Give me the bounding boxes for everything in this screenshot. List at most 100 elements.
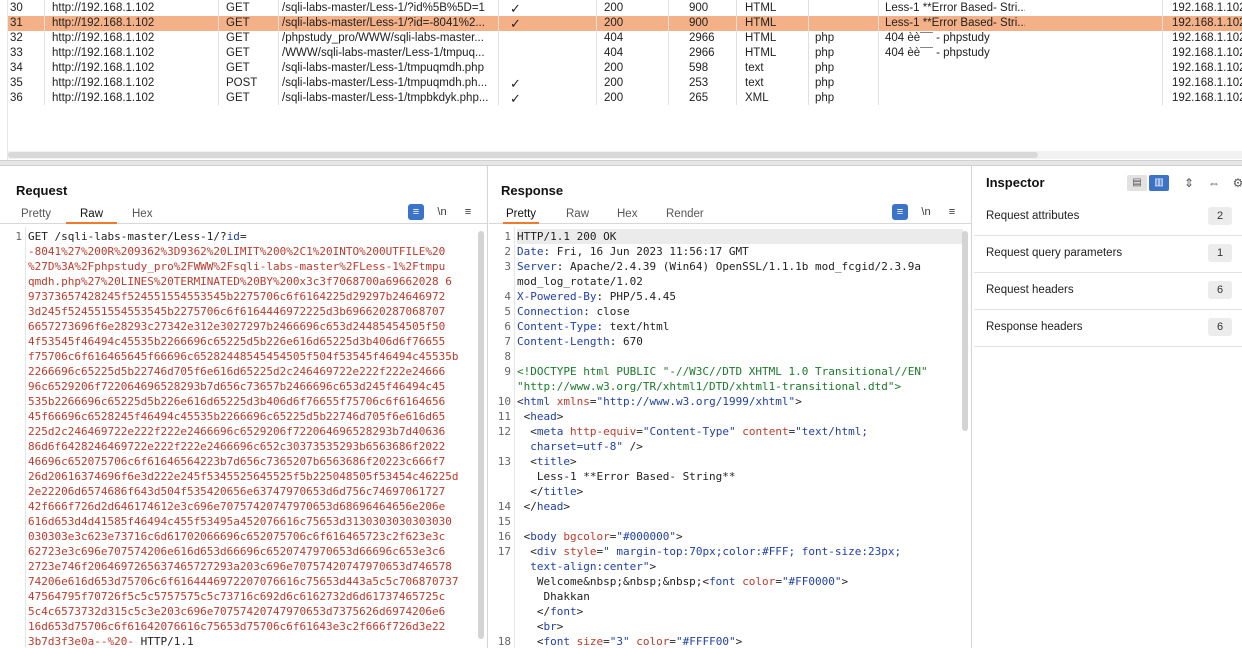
inspector-count-badge: 2	[1208, 207, 1232, 225]
history-row[interactable]: 33 http://192.168.1.102 GET/WWW/sqli-labs-…	[8, 46, 1242, 61]
code-token: Less-1 **Error Based- String**	[517, 470, 736, 483]
line-number: 15	[497, 515, 511, 528]
payload-text: 42f666f726d2d646174612e3c696e70757420747…	[28, 500, 446, 513]
code-token: : text/html	[596, 320, 670, 333]
response-code[interactable]: HTTP/1.1 200 OK Date: Fri, 16 Jun 2023 11…	[517, 227, 963, 648]
response-tabs: Pretty Raw Hex Render ≡ \n ≡	[489, 204, 971, 224]
tab-pretty[interactable]: Pretty	[503, 206, 540, 224]
request-editor[interactable]: 1 GET /sqli-labs-master/Less-1/?id= -804…	[0, 227, 487, 648]
code-token: color	[742, 575, 776, 588]
payload-text: 3b7d3f3e0a--%20-	[28, 635, 134, 648]
code-token: Dhakkan	[517, 590, 590, 603]
history-row[interactable]: 30 http://192.168.1.102 GET/sqli-labs-mast…	[8, 1, 1242, 16]
inspector-list-view-icon[interactable]: ▤	[1127, 175, 1147, 191]
line-number: 17	[497, 545, 511, 558]
word-wrap-icon[interactable]: ≡	[892, 204, 908, 220]
response-code-line: Welcome&nbsp;&nbsp;&nbsp;<font color="#F…	[517, 574, 848, 589]
history-cell-url: /sqli-labs-master/Less-1/tmpuqmdh.php	[282, 62, 484, 74]
inspector-section[interactable]: Request attributes 2	[974, 199, 1242, 236]
payload-text: 2266696c65225d5b22746d705f6e616d65225d2c…	[28, 365, 446, 378]
history-cell-host: http://192.168.1.102	[52, 32, 155, 44]
code-token: font	[709, 575, 736, 588]
code-token: =	[669, 635, 676, 648]
tab-pretty[interactable]: Pretty	[21, 206, 51, 224]
history-cell-params: ✓	[510, 76, 521, 91]
code-token: text-align:center"	[517, 560, 650, 573]
code-token: >	[649, 560, 657, 573]
history-horizontal-scrollbar[interactable]	[8, 152, 1038, 158]
history-cell-url: /sqli-labs-master/Less-1/tmpbkdyk.php...	[282, 92, 489, 104]
word-wrap-icon[interactable]: ≡	[408, 204, 424, 220]
newline-icon[interactable]: \n	[918, 204, 934, 220]
inspector-section[interactable]: Request query parameters 1	[974, 236, 1242, 273]
history-cell-params: ✓	[510, 91, 521, 106]
menu-icon[interactable]: ≡	[460, 204, 476, 220]
response-code-line: <br>	[517, 619, 564, 634]
inspector-split-view-icon[interactable]: ▥	[1149, 175, 1169, 191]
payload-text: 6657273696f6e28293c27342e312e3027297b246…	[28, 320, 446, 333]
tab-hex[interactable]: Hex	[617, 206, 637, 224]
history-cell-mime: HTML	[745, 47, 777, 59]
history-cell-num: 31	[10, 17, 23, 29]
payload-text: 62723e3c696e707574206e616d653d66696c6520…	[28, 545, 446, 558]
history-cell-mime: text	[745, 62, 764, 74]
history-cell-method: GET	[226, 62, 250, 74]
inspector-section-label: Request headers	[986, 284, 1074, 296]
request-vertical-scrollbar[interactable]	[478, 231, 484, 639]
payload-text: 616d653d4d41585f46494c455f53495a45207661…	[28, 515, 452, 528]
menu-icon[interactable]: ≡	[944, 204, 960, 220]
tab-raw[interactable]: Raw	[66, 206, 118, 224]
line-number: 9	[504, 365, 511, 378]
history-cell-title: Less-1 **Error Based- Stri...	[885, 17, 1025, 29]
response-code-line: Less-1 **Error Based- String**	[517, 469, 736, 484]
history-cell-ip: 192.168.1.102	[1172, 17, 1242, 29]
request-payload-line: 6657273696f6e28293c27342e312e3027297b246…	[28, 319, 445, 334]
settings-gear-icon[interactable]: ⚙	[1230, 175, 1242, 191]
response-code-line: mod_log_rotate/1.02	[517, 274, 643, 289]
request-payload-line: 86d6f6428246469722e222f222e2466696c652c3…	[28, 439, 445, 454]
http-version: HTTP/1.1	[133, 635, 194, 648]
code-token: "http://www.w3.org/TR/xhtml1/DTD/xhtml1-…	[517, 380, 902, 393]
history-cell-method: POST	[226, 77, 258, 89]
inspector-count-badge: 6	[1208, 318, 1232, 336]
code-token: =	[603, 635, 610, 648]
response-editor[interactable]: 1 2 3 4 5 6 7 8 9 10 11 12 13 14 15 16 17 18 HTTP/1.1 200…	[489, 227, 971, 648]
response-code-line: <body bgcolor="#000000">	[517, 529, 683, 544]
payload-text: 2e22206d6574686f643d504f535420656e637479…	[28, 485, 446, 498]
tab-hex[interactable]: Hex	[132, 206, 152, 224]
history-row[interactable]: 36 http://192.168.1.102 GET/sqli-labs-mast…	[8, 91, 1242, 106]
line-number: 18	[497, 635, 511, 648]
code-token: div	[536, 545, 557, 558]
history-row[interactable]: 34 http://192.168.1.102 GET/sqli-labs-mast…	[8, 61, 1242, 76]
response-code-line: </head>	[517, 499, 570, 514]
history-cell-status: 200	[604, 77, 624, 89]
proxy-history-table: 30 http://192.168.1.102 GET/sqli-labs-mast…	[0, 0, 1242, 160]
tab-render[interactable]: Render	[666, 206, 704, 224]
response-pane: Response Pretty Raw Hex Render ≡ \n ≡ 12…	[489, 166, 972, 648]
code-token: charset=utf-8"	[517, 440, 623, 453]
history-row[interactable]: 35 http://192.168.1.102 POST/sqli-labs-mas…	[8, 76, 1242, 91]
tab-raw[interactable]: Raw	[566, 206, 589, 224]
collapse-all-icon[interactable]: ⇔	[1206, 175, 1222, 191]
response-code-line: Content-Length: 670	[517, 334, 643, 349]
inspector-section[interactable]: Request headers 6	[974, 273, 1242, 310]
history-row[interactable]: 31 http://192.168.1.102 GET/sqli-labs-mast…	[8, 16, 1242, 31]
code-token: >	[570, 455, 577, 468]
code-token: "#000000"	[616, 530, 676, 543]
request-payload-line: 535b2266696c65225d5b226e616d65225d3b406d…	[28, 394, 445, 409]
history-row[interactable]: 32 http://192.168.1.102 GET/phpstudy_pro/W…	[8, 31, 1242, 46]
response-vertical-scrollbar[interactable]	[962, 231, 968, 431]
inspector-section[interactable]: Response headers 6	[974, 310, 1242, 347]
history-cell-ip: 192.168.1.102	[1172, 92, 1242, 104]
request-code[interactable]: GET /sqli-labs-master/Less-1/?id= -8041%…	[28, 227, 475, 648]
code-token: >	[563, 500, 570, 513]
code-token: : PHP/5.4.45	[596, 290, 676, 303]
request-pane: Request Pretty Raw Hex ≡ \n ≡ 1 GET /sql…	[0, 166, 488, 648]
column-divider	[878, 0, 879, 105]
newline-icon[interactable]: \n	[434, 204, 450, 220]
code-token: />	[622, 440, 643, 453]
history-cell-num: 34	[10, 62, 23, 74]
history-cell-mime: HTML	[745, 32, 777, 44]
expand-all-icon[interactable]: ⇕	[1181, 175, 1197, 191]
history-cell-num: 36	[10, 92, 23, 104]
